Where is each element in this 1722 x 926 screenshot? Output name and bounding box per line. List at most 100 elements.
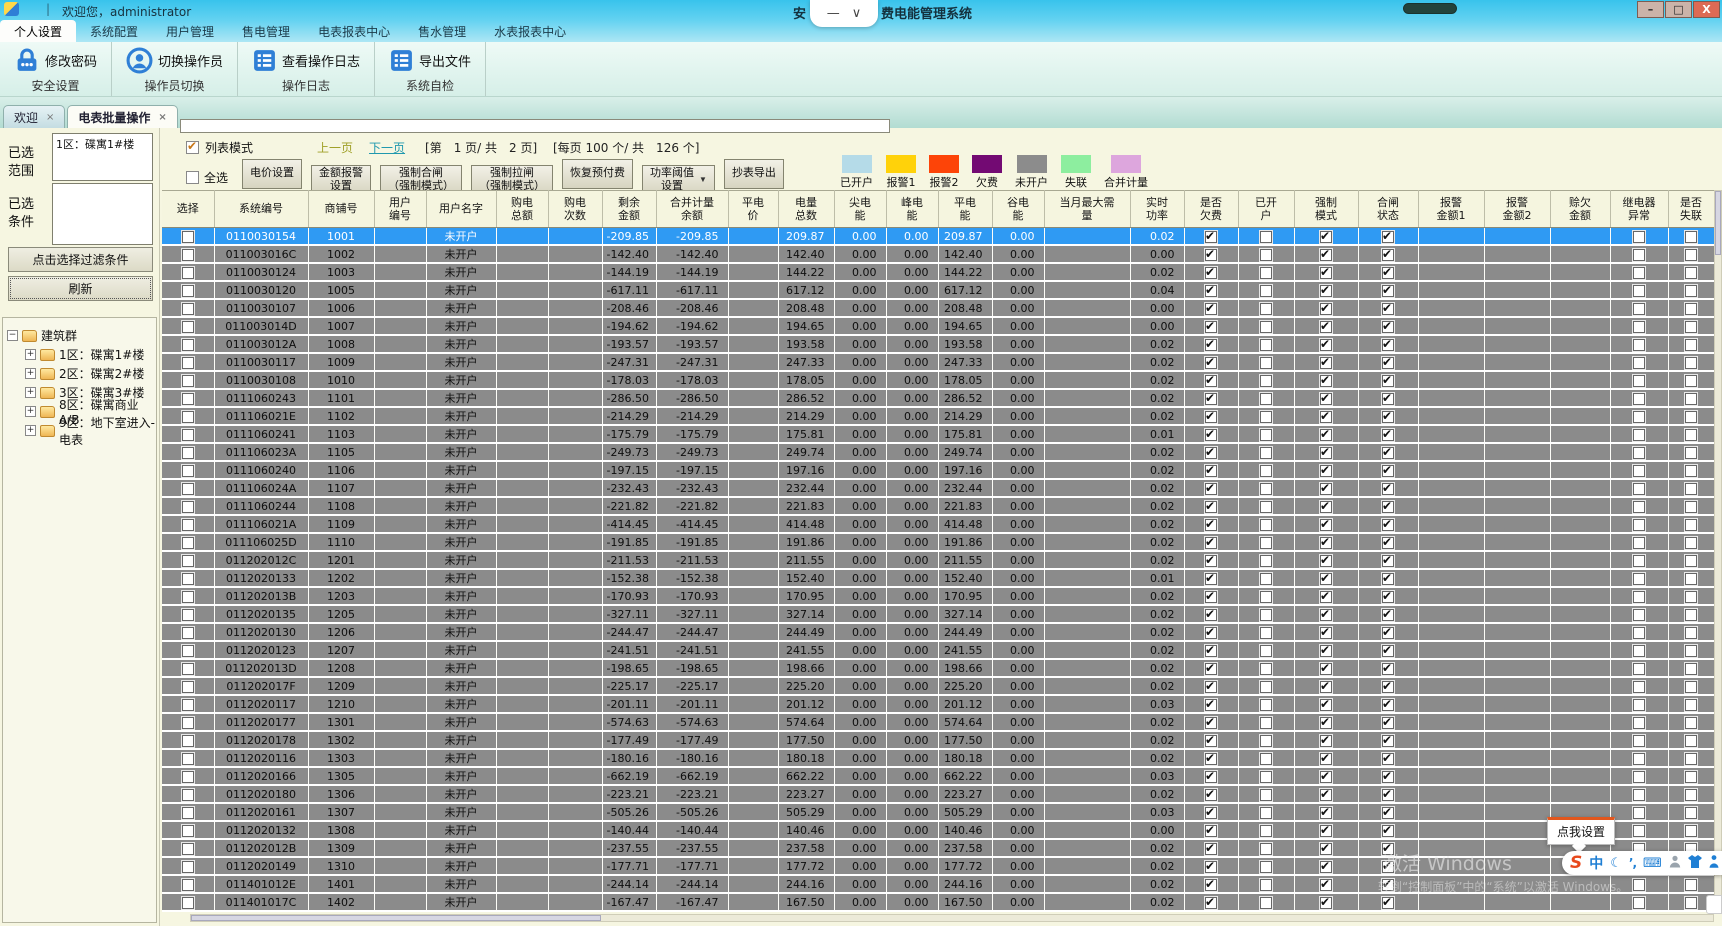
relay-checkbox[interactable] <box>1633 680 1645 693</box>
forced-checkbox[interactable] <box>1320 373 1332 387</box>
keyboard-icon[interactable]: ⌨ <box>1643 856 1662 871</box>
opened-checkbox[interactable] <box>1260 284 1272 297</box>
column-header-1[interactable]: 系统编号 <box>214 190 309 228</box>
relay-checkbox[interactable] <box>1633 410 1645 423</box>
owing-checkbox[interactable] <box>1205 265 1217 279</box>
closed-checkbox[interactable] <box>1382 895 1394 909</box>
closed-checkbox[interactable] <box>1382 373 1394 387</box>
lost-checkbox[interactable] <box>1685 482 1697 495</box>
row-select-checkbox[interactable] <box>181 806 194 819</box>
opened-checkbox[interactable] <box>1260 302 1272 315</box>
lost-checkbox[interactable] <box>1685 518 1697 531</box>
owing-checkbox[interactable] <box>1205 373 1217 387</box>
owing-checkbox[interactable] <box>1205 751 1217 765</box>
opened-checkbox[interactable] <box>1260 662 1272 675</box>
lost-checkbox[interactable] <box>1685 446 1697 459</box>
table-row[interactable]: 011106021E 1102 未开户 -214.29 -214.29 214.29 0.0… <box>162 407 1715 426</box>
column-header-21[interactable]: 报警 金额1 <box>1418 190 1485 228</box>
closed-checkbox[interactable] <box>1382 679 1394 693</box>
horizontal-scrollbar[interactable] <box>190 914 1714 922</box>
relay-checkbox[interactable] <box>1633 608 1645 621</box>
row-select-checkbox[interactable] <box>181 302 194 315</box>
table-row[interactable]: 011202013D 1208 未开户 -198.65 -198.65 198.66 0.0… <box>162 659 1715 678</box>
lost-checkbox[interactable] <box>1685 716 1697 729</box>
closed-checkbox[interactable] <box>1382 859 1394 873</box>
column-header-20[interactable]: 合闸 状态 <box>1358 190 1419 228</box>
doc-tab-1[interactable]: 电表批量操作 × <box>67 105 178 128</box>
relay-checkbox[interactable] <box>1633 698 1645 711</box>
row-select-checkbox[interactable] <box>181 608 194 621</box>
closed-checkbox[interactable] <box>1382 841 1394 855</box>
forced-checkbox[interactable] <box>1320 571 1332 585</box>
menu-tab-6[interactable]: 水表报表中心 <box>480 20 580 42</box>
refresh-button[interactable]: 刷新 <box>8 276 153 301</box>
row-select-checkbox[interactable] <box>181 554 194 567</box>
column-header-11[interactable]: 尖电 能 <box>834 190 887 228</box>
closed-checkbox[interactable] <box>1382 769 1394 783</box>
relay-checkbox[interactable] <box>1633 356 1645 369</box>
opened-checkbox[interactable] <box>1260 860 1272 873</box>
opened-checkbox[interactable] <box>1260 248 1272 261</box>
column-header-18[interactable]: 已开 户 <box>1238 190 1295 228</box>
ribbon-button-1[interactable]: 切换操作员 <box>122 44 227 76</box>
select-all-checkbox[interactable] <box>186 170 199 184</box>
toolbox-icon[interactable] <box>1709 855 1719 871</box>
column-header-12[interactable]: 峰电 能 <box>886 190 939 228</box>
table-row[interactable]: 0112020161 1307 未开户 -505.26 -505.26 505.29 0.0… <box>162 803 1715 822</box>
lost-checkbox[interactable] <box>1685 680 1697 693</box>
person-icon[interactable] <box>1669 855 1681 871</box>
table-row[interactable]: 011401017C 1402 未开户 -167.47 -167.47 167.50 0.0… <box>162 893 1715 912</box>
closed-checkbox[interactable] <box>1382 319 1394 333</box>
closed-checkbox[interactable] <box>1382 697 1394 711</box>
closed-checkbox[interactable] <box>1382 499 1394 513</box>
column-header-7[interactable]: 剩余 金额 <box>602 190 657 228</box>
closed-checkbox[interactable] <box>1382 805 1394 819</box>
tree-item-4[interactable]: +9区：地下室进入-电表 <box>7 416 156 447</box>
owing-checkbox[interactable] <box>1205 589 1217 603</box>
table-row[interactable]: 011003012A 1008 未开户 -193.57 -193.57 193.58 0.0… <box>162 335 1715 354</box>
lost-checkbox[interactable] <box>1685 734 1697 747</box>
table-row[interactable]: 0112020117 1210 未开户 -201.11 -201.11 201.12 0.0… <box>162 695 1715 714</box>
forced-checkbox[interactable] <box>1320 625 1332 639</box>
row-select-checkbox[interactable] <box>181 500 194 513</box>
closed-checkbox[interactable] <box>1382 427 1394 441</box>
ime-language-icon[interactable]: 中 <box>1589 853 1603 873</box>
closed-checkbox[interactable] <box>1382 571 1394 585</box>
forced-checkbox[interactable] <box>1320 247 1332 261</box>
opened-checkbox[interactable] <box>1260 410 1272 423</box>
opened-checkbox[interactable] <box>1260 356 1272 369</box>
owing-checkbox[interactable] <box>1205 715 1217 729</box>
opened-checkbox[interactable] <box>1260 698 1272 711</box>
table-row[interactable]: 0112020180 1306 未开户 -223.21 -223.21 223.27 0.0… <box>162 785 1715 804</box>
table-row[interactable]: 011202012B 1309 未开户 -237.55 -237.55 237.58 0.0… <box>162 839 1715 858</box>
doc-tab-0[interactable]: 欢迎 × <box>3 105 66 128</box>
opened-checkbox[interactable] <box>1260 374 1272 387</box>
table-row[interactable]: 011003014D 1007 未开户 -194.62 -194.62 194.65 0.0… <box>162 317 1715 336</box>
forced-checkbox[interactable] <box>1320 301 1332 315</box>
lost-checkbox[interactable] <box>1685 896 1697 909</box>
table-row[interactable]: 011202013B 1203 未开户 -170.93 -170.93 170.95 0.0… <box>162 587 1715 606</box>
lost-checkbox[interactable] <box>1685 230 1697 243</box>
opened-checkbox[interactable] <box>1260 608 1272 621</box>
table-row[interactable]: 0110030108 1010 未开户 -178.03 -178.03 178.05 0.0… <box>162 371 1715 390</box>
relay-checkbox[interactable] <box>1633 500 1645 513</box>
relay-checkbox[interactable] <box>1633 428 1645 441</box>
closed-checkbox[interactable] <box>1382 355 1394 369</box>
table-row[interactable]: 0111060241 1103 未开户 -175.79 -175.79 175.81 0.0… <box>162 425 1715 444</box>
table-row[interactable]: 0111060240 1106 未开户 -197.15 -197.15 197.16 0.0… <box>162 461 1715 480</box>
owing-checkbox[interactable] <box>1205 553 1217 567</box>
owing-checkbox[interactable] <box>1205 355 1217 369</box>
relay-checkbox[interactable] <box>1633 266 1645 279</box>
column-header-4[interactable]: 用户名字 <box>426 190 497 228</box>
closed-checkbox[interactable] <box>1382 283 1394 297</box>
row-select-checkbox[interactable] <box>181 338 194 351</box>
lost-checkbox[interactable] <box>1685 302 1697 315</box>
closed-checkbox[interactable] <box>1382 247 1394 261</box>
row-select-checkbox[interactable] <box>181 752 194 765</box>
table-row[interactable]: 011401012E 1401 未开户 -244.14 -244.14 244.16 0.0… <box>162 875 1715 894</box>
row-select-checkbox[interactable] <box>181 644 194 657</box>
action-button-0[interactable]: 电价设置 <box>242 158 303 189</box>
opened-checkbox[interactable] <box>1260 824 1272 837</box>
closed-checkbox[interactable] <box>1382 517 1394 531</box>
next-page-link[interactable]: 下一页 <box>369 139 405 156</box>
